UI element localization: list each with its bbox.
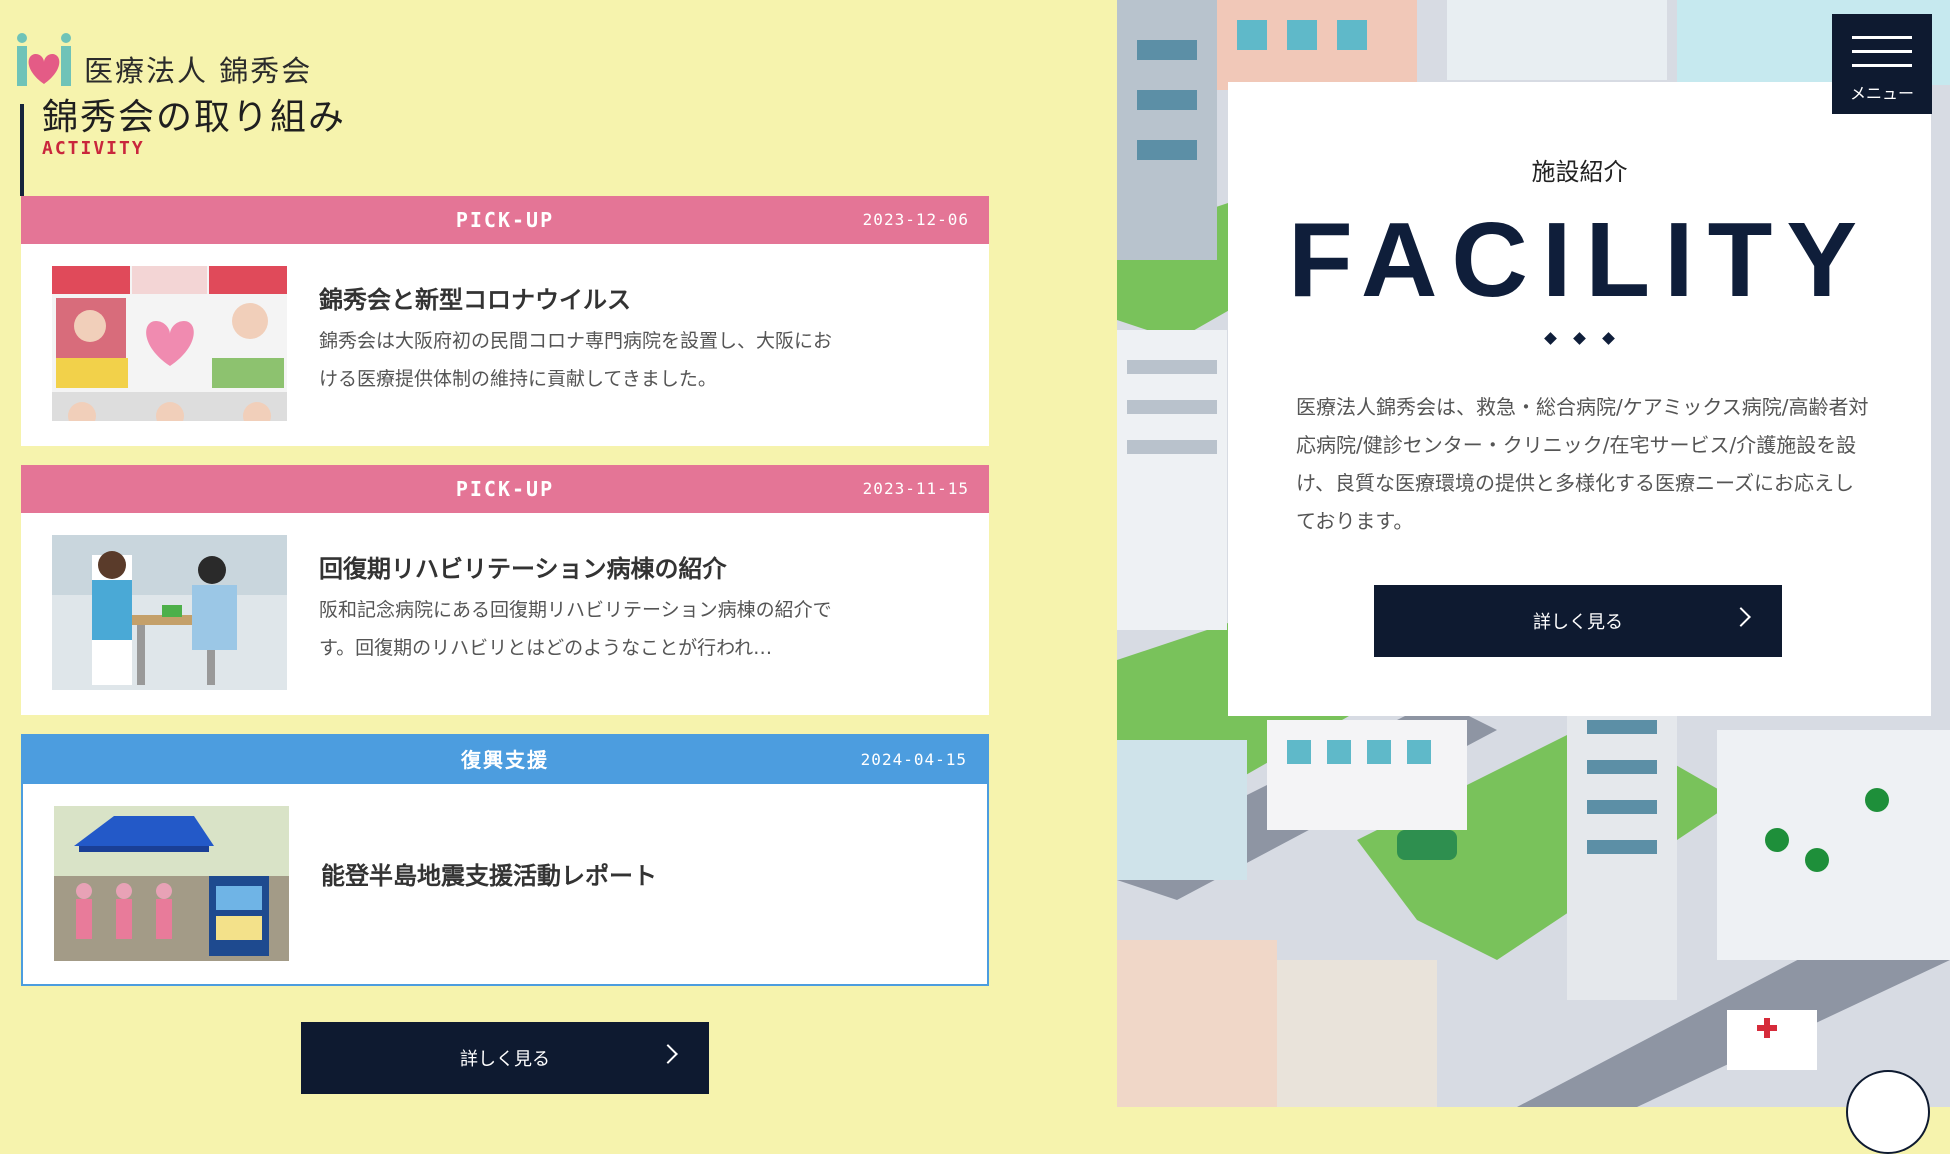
hamburger-icon bbox=[1852, 36, 1912, 39]
scroll-top-button[interactable] bbox=[1846, 1070, 1930, 1154]
card-date: 2023-12-06 bbox=[862, 210, 969, 229]
activity-section: 医療法人 錦秀会 錦秀会の取り組み ACTIVITY PICK-UP 2023-… bbox=[0, 0, 1117, 1107]
card-thumbnail[interactable] bbox=[52, 266, 287, 421]
button-label: 詳しく見る bbox=[460, 1049, 550, 1070]
diamond-divider-icon bbox=[1228, 328, 1931, 347]
facility-title-jp: 施設紹介 bbox=[1531, 158, 1628, 186]
chevron-right-icon bbox=[658, 1044, 678, 1064]
facility-description: 医療法人錦秀会は、救急・総合病院/ケアミックス病院/高齢者対応病院/健診センター… bbox=[1296, 395, 1869, 533]
facility-title-en: FACILITY bbox=[1287, 201, 1872, 319]
article-card-3[interactable]: 復興支援 2024-04-15 能登半島地震支援活動レポート bbox=[21, 734, 989, 986]
card-header: 復興支援 2024-04-15 bbox=[23, 736, 987, 784]
card-text: 錦秀会は大阪府初の民間コロナ専門病院を設置し、大阪における医療提供体制の維持に貢… bbox=[319, 330, 833, 390]
card-header: PICK-UP 2023-12-06 bbox=[21, 196, 989, 244]
button-label: 詳しく見る bbox=[1533, 612, 1623, 633]
card-body: 回復期リハビリテーション病棟の紹介 阪和記念病院にある回復期リハビリテーション病… bbox=[21, 513, 989, 715]
card-title: 錦秀会と新型コロナウイルス bbox=[319, 286, 631, 314]
article-card-2[interactable]: PICK-UP 2023-11-15 回復期リハビリテーション病棟の紹介 阪和記… bbox=[21, 465, 989, 715]
card-title: 能登半島地震支援活動レポート bbox=[321, 862, 657, 890]
card-thumbnail[interactable] bbox=[52, 535, 287, 690]
chevron-right-icon bbox=[1731, 607, 1751, 627]
card-date: 2024-04-15 bbox=[860, 750, 967, 769]
card-body: 錦秀会と新型コロナウイルス 錦秀会は大阪府初の民間コロナ専門病院を設置し、大阪に… bbox=[21, 244, 989, 446]
org-name: 医療法人 錦秀会 bbox=[84, 54, 313, 88]
card-header: PICK-UP 2023-11-15 bbox=[21, 465, 989, 513]
card-thumbnail[interactable] bbox=[54, 806, 289, 961]
facility-more-button[interactable]: 詳しく見る bbox=[1374, 585, 1782, 657]
page-title: 錦秀会の取り組み bbox=[42, 97, 347, 138]
hamburger-line bbox=[1852, 50, 1912, 53]
hamburger-line bbox=[1852, 64, 1912, 67]
card-tag: PICK-UP bbox=[455, 208, 555, 232]
card-body: 能登半島地震支援活動レポート bbox=[23, 784, 987, 984]
activity-more-button[interactable]: 詳しく見る bbox=[301, 1022, 709, 1094]
card-title: 回復期リハビリテーション病棟の紹介 bbox=[319, 555, 727, 583]
article-card-1[interactable]: PICK-UP 2023-12-06 錦秀会と新型コロナウイルス 錦秀会は大阪府… bbox=[21, 196, 989, 446]
card-tag: 復興支援 bbox=[461, 748, 549, 772]
card-tag: PICK-UP bbox=[455, 477, 555, 501]
logo[interactable]: 医療法人 錦秀会 錦秀会の取り組み ACTIVITY bbox=[14, 30, 344, 196]
facility-panel: 施設紹介 FACILITY 医療法人錦秀会は、救急・総合病院/ケアミックス病院/… bbox=[1228, 82, 1931, 716]
page-subtitle: ACTIVITY bbox=[42, 138, 145, 159]
menu-label: メニュー bbox=[1849, 84, 1914, 103]
logo-bar bbox=[20, 104, 24, 196]
menu-button[interactable]: メニュー bbox=[1832, 14, 1932, 114]
card-date: 2023-11-15 bbox=[862, 479, 969, 498]
card-text: 阪和記念病院にある回復期リハビリテーション病棟の紹介です。回復期のリハビリとはど… bbox=[319, 599, 832, 659]
